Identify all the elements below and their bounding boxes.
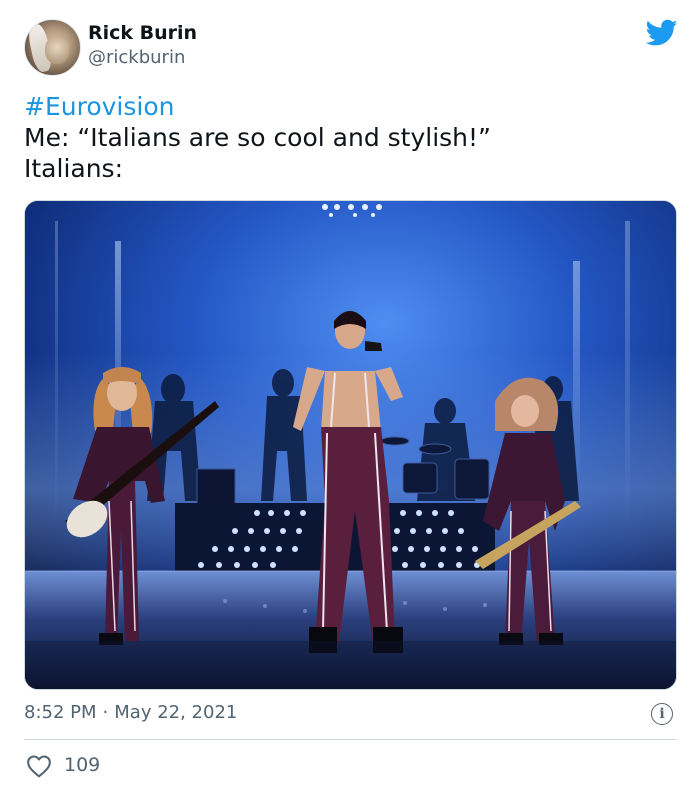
tweet-date: May 22, 2021 bbox=[114, 702, 238, 723]
author-name[interactable]: Rick Burin bbox=[88, 22, 197, 44]
tweet-text-line: Me: “Italians are so cool and stylish!” bbox=[24, 123, 492, 152]
divider bbox=[24, 739, 677, 740]
tweet-text: #Eurovision Me: “Italians are so cool an… bbox=[24, 91, 664, 184]
twitter-bird-icon[interactable] bbox=[646, 19, 678, 47]
author-handle[interactable]: @rickburin bbox=[88, 47, 185, 68]
info-icon[interactable]: i bbox=[651, 703, 673, 725]
meta-separator: · bbox=[102, 702, 109, 723]
tweet-card: Rick Burin @rickburin #Eurovision Me: “I… bbox=[0, 0, 700, 793]
tweet-text-line: Italians: bbox=[24, 154, 123, 183]
hashtag-link[interactable]: #Eurovision bbox=[24, 91, 664, 122]
tweet-timestamp[interactable]: 8:52 PM · May 22, 2021 bbox=[24, 702, 237, 723]
avatar[interactable] bbox=[24, 19, 81, 76]
heart-icon[interactable] bbox=[26, 754, 52, 778]
tweet-time: 8:52 PM bbox=[24, 702, 97, 723]
tweet-photo[interactable] bbox=[24, 200, 677, 690]
like-count: 109 bbox=[64, 754, 101, 776]
concert-stage-photo bbox=[25, 201, 676, 689]
